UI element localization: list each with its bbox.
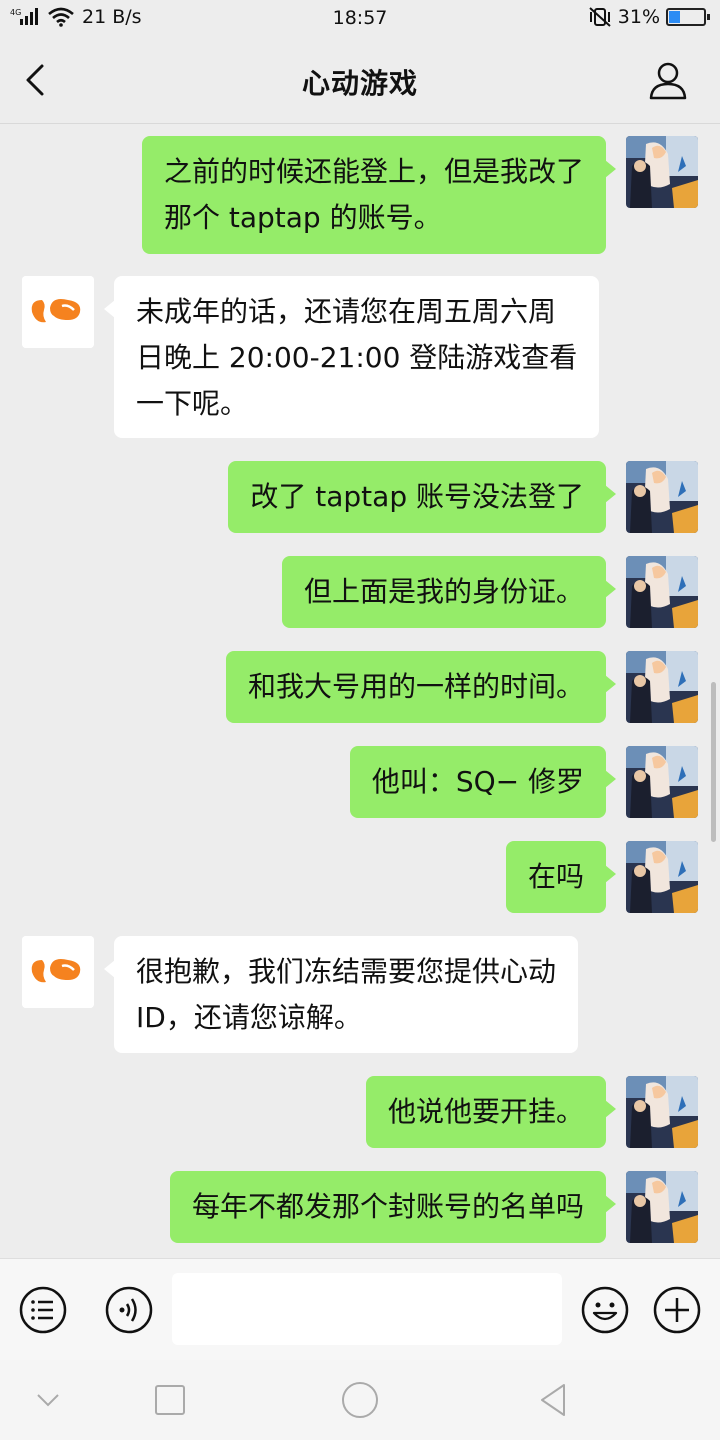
message-bubble[interactable]: 改了 taptap 账号没法登了 bbox=[228, 461, 616, 533]
message-bubble[interactable]: 很抱歉，我们冻结需要您提供心动 ID，还请您谅解。 bbox=[103, 936, 579, 1053]
menu-list-icon[interactable] bbox=[18, 1285, 68, 1335]
user-avatar[interactable] bbox=[626, 841, 698, 913]
system-nav-bar bbox=[0, 1360, 720, 1440]
message-bubble[interactable]: 之前的时候还能登上，但是我改了 那个 taptap 的账号。 bbox=[141, 136, 617, 254]
message-input[interactable] bbox=[172, 1273, 562, 1345]
message-row-sent: 他叫：SQ− 修罗 bbox=[0, 746, 720, 818]
message-bubble[interactable]: 他说他要开挂。 bbox=[365, 1076, 617, 1148]
nav-down-icon[interactable] bbox=[28, 1380, 68, 1420]
message-row-sent: 和我大号用的一样的时间。 bbox=[0, 651, 720, 723]
nav-back-icon[interactable] bbox=[534, 1380, 574, 1420]
chat-title: 心动游戏 bbox=[301, 67, 418, 100]
nav-square-icon[interactable] bbox=[150, 1380, 190, 1420]
user-avatar[interactable] bbox=[626, 651, 698, 723]
service-avatar[interactable] bbox=[22, 276, 94, 348]
user-avatar[interactable] bbox=[626, 1076, 698, 1148]
mute-vibrate-icon bbox=[589, 7, 611, 27]
message-row-received: 很抱歉，我们冻结需要您提供心动 ID，还请您谅解。 bbox=[0, 936, 720, 1053]
message-bubble[interactable]: 未成年的话，还请您在周五周六周 日晚上 20:00-21:00 登陆游戏查看 一… bbox=[103, 276, 600, 438]
battery-fill bbox=[669, 11, 681, 23]
user-avatar[interactable] bbox=[626, 1171, 698, 1243]
message-bubble[interactable]: 和我大号用的一样的时间。 bbox=[225, 651, 617, 723]
user-avatar[interactable] bbox=[626, 136, 698, 208]
plus-icon[interactable] bbox=[652, 1285, 702, 1335]
message-row-sent: 改了 taptap 账号没法登了 bbox=[0, 461, 720, 533]
message-bubble[interactable]: 他叫：SQ− 修罗 bbox=[349, 746, 617, 818]
message-row-sent: 在吗 bbox=[0, 841, 720, 913]
message-bubble[interactable]: 在吗 bbox=[505, 841, 617, 913]
nav-home-icon[interactable] bbox=[340, 1380, 380, 1420]
chat-scrollbar[interactable] bbox=[711, 682, 716, 842]
chat-header: 心动游戏 bbox=[0, 36, 720, 124]
message-row-sent: 之前的时候还能登上，但是我改了 那个 taptap 的账号。 bbox=[0, 136, 720, 254]
user-avatar[interactable] bbox=[626, 461, 698, 533]
status-bar: 4G 21 B/s 18:57 31% bbox=[0, 0, 720, 36]
message-row-sent: 每年不都发那个封账号的名单吗 bbox=[0, 1171, 720, 1243]
message-row-sent: 他说他要开挂。 bbox=[0, 1076, 720, 1148]
emoji-icon[interactable] bbox=[580, 1285, 630, 1335]
voice-icon[interactable] bbox=[104, 1285, 154, 1335]
service-avatar[interactable] bbox=[22, 936, 94, 1008]
message-bubble[interactable]: 每年不都发那个封账号的名单吗 bbox=[169, 1171, 617, 1243]
battery-percent: 31% bbox=[617, 6, 660, 28]
battery-icon bbox=[666, 8, 710, 26]
status-right: 31% bbox=[588, 6, 710, 28]
message-row-sent: 但上面是我的身份证。 bbox=[0, 556, 720, 628]
profile-icon[interactable] bbox=[646, 58, 690, 102]
user-avatar[interactable] bbox=[626, 746, 698, 818]
user-avatar[interactable] bbox=[626, 556, 698, 628]
input-bar bbox=[0, 1258, 720, 1360]
message-bubble[interactable]: 但上面是我的身份证。 bbox=[281, 556, 617, 628]
message-row-received: 未成年的话，还请您在周五周六周 日晚上 20:00-21:00 登陆游戏查看 一… bbox=[0, 276, 720, 438]
